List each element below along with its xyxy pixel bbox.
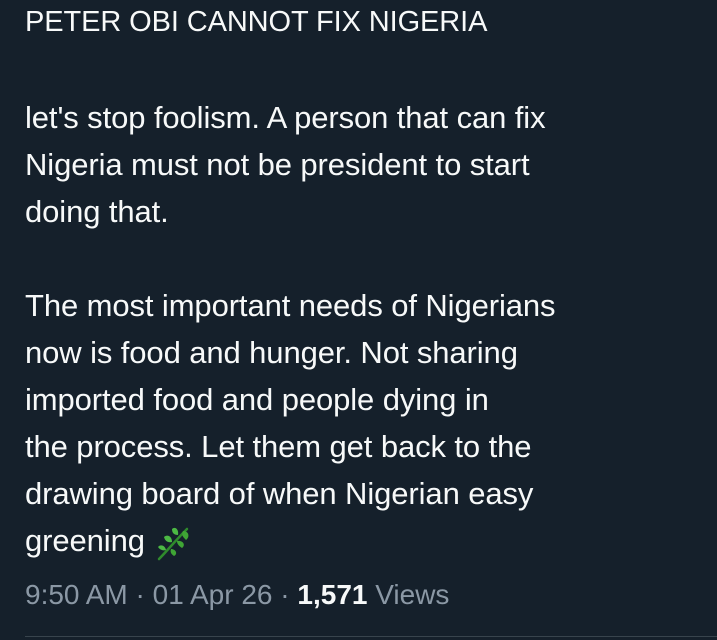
tweet-meta: 9:50 AM · 01 Apr 26 · 1,571 Views	[25, 575, 449, 615]
tweet-time[interactable]: 9:50 AM	[25, 579, 128, 610]
tweet-paragraph-2: The most important needs of Nigerians no…	[25, 282, 556, 564]
divider	[25, 636, 717, 637]
tweet-line: The most important needs of Nigerians	[25, 288, 556, 323]
tweet-line: Nigeria must not be president to start	[25, 147, 530, 182]
tweet-line: imported food and people dying in	[25, 382, 489, 417]
views-label: Views	[375, 579, 450, 610]
tweet-date[interactable]: 01 Apr 26	[153, 579, 273, 610]
tweet-line: doing that.	[25, 194, 169, 229]
tweet-line-text: greening	[25, 523, 145, 558]
herb-icon	[157, 527, 189, 561]
tweet-paragraph-1: let's stop foolism. A person that can fi…	[25, 94, 546, 235]
views-count[interactable]: 1,571	[297, 579, 367, 610]
meta-separator: ·	[280, 579, 290, 610]
tweet-line: now is food and hunger. Not sharing	[25, 335, 518, 370]
tweet-heading: PETER OBI CANNOT FIX NIGERIA	[25, 6, 488, 38]
tweet-line-last: greening	[25, 517, 555, 564]
tweet-line: let's stop foolism. A person that can fi…	[25, 100, 546, 135]
tweet-line: drawing board of when Nigerian easy	[25, 476, 534, 511]
tweet-line: the process. Let them get back to the	[25, 429, 532, 464]
meta-separator: ·	[135, 579, 145, 610]
